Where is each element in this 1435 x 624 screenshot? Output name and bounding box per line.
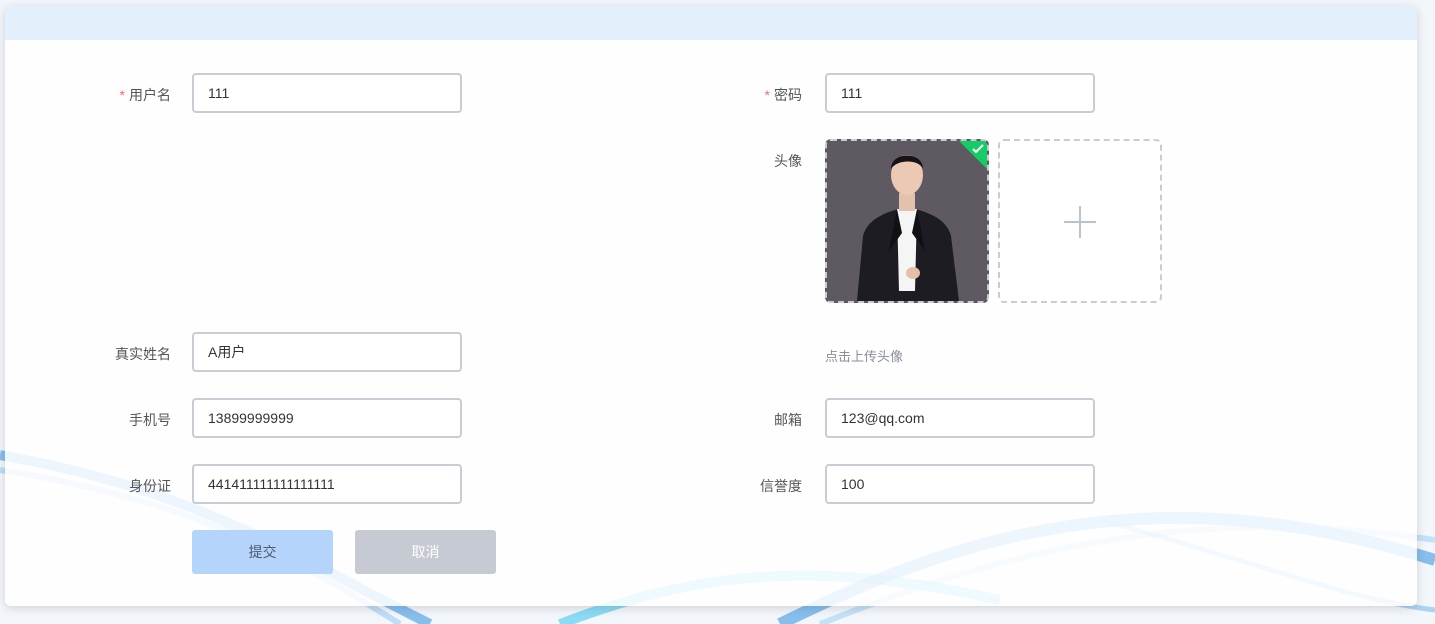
required-mark: * (764, 87, 770, 103)
plus-icon (1064, 206, 1096, 238)
credit-label: 信誉度 (760, 478, 802, 494)
avatar-upload-hint: 点击上传头像 (825, 349, 904, 364)
card-header-band (5, 6, 1417, 40)
password-label: * 密码 (764, 87, 802, 103)
idcard-input[interactable]: 441411111111111111 (192, 464, 462, 504)
phone-input[interactable]: 13899999999 (192, 398, 462, 438)
credit-input[interactable]: 100 (825, 464, 1095, 504)
username-label: * 用户名 (119, 87, 171, 103)
submit-button[interactable]: 提交 (192, 530, 333, 574)
phone-label: 手机号 (129, 412, 171, 428)
required-mark: * (119, 87, 125, 103)
check-icon (972, 144, 984, 154)
form-card: * 用户名 111 * 密码 111 头像 点击上传头像 真实姓名 A用户 手机… (5, 6, 1417, 606)
avatar-preview[interactable] (825, 139, 989, 303)
email-input[interactable]: 123@qq.com (825, 398, 1095, 438)
avatar-label: 头像 (774, 153, 802, 169)
idcard-label: 身份证 (129, 478, 171, 494)
realname-input[interactable]: A用户 (192, 332, 462, 372)
email-label: 邮箱 (774, 412, 802, 428)
cancel-button[interactable]: 取消 (355, 530, 496, 574)
realname-label: 真实姓名 (115, 346, 171, 362)
username-input[interactable]: 111 (192, 73, 462, 113)
password-input[interactable]: 111 (825, 73, 1095, 113)
avatar-upload-button[interactable] (998, 139, 1162, 303)
